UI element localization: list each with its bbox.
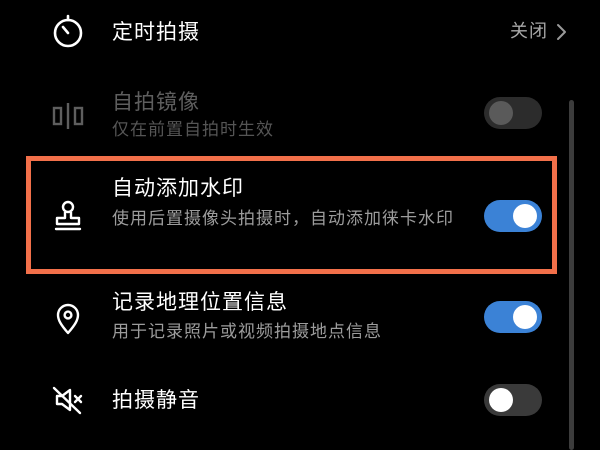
scrollbar[interactable] [569, 100, 574, 450]
toggle-knob [513, 305, 537, 329]
settings-row-mute[interactable]: 拍摄静音 [0, 370, 600, 440]
chevron-right-icon [554, 18, 570, 46]
settings-row-timer[interactable]: 定时拍摄 关闭 [0, 0, 600, 70]
mirror-icon [48, 96, 88, 136]
watermark-subtitle: 使用后置摄像头拍摄时，自动添加徕卡水印 [112, 209, 454, 229]
location-pin-icon [48, 298, 88, 338]
selfie-mirror-title: 自拍镜像 [112, 90, 200, 114]
settings-row-selfie-mirror: 自拍镜像 仅在前置自拍时生效 [0, 80, 600, 150]
settings-row-watermark[interactable]: 自动添加水印 使用后置摄像头拍摄时，自动添加徕卡水印 [0, 170, 600, 270]
timer-title: 定时拍摄 [112, 20, 200, 44]
selfie-mirror-subtitle: 仅在前置自拍时生效 [112, 120, 274, 140]
location-subtitle: 用于记录照片或视频拍摄地点信息 [112, 322, 382, 342]
location-toggle[interactable] [484, 301, 542, 333]
toggle-knob [489, 101, 513, 125]
mute-icon [48, 380, 88, 420]
toggle-knob [489, 388, 513, 412]
stamp-icon [48, 196, 88, 236]
selfie-mirror-toggle[interactable] [484, 97, 542, 129]
location-title: 记录地理位置信息 [112, 290, 288, 314]
settings-row-location[interactable]: 记录地理位置信息 用于记录照片或视频拍摄地点信息 [0, 284, 600, 354]
mute-title: 拍摄静音 [112, 388, 200, 412]
mute-toggle[interactable] [484, 384, 542, 416]
timer-icon [48, 12, 88, 52]
watermark-title: 自动添加水印 [112, 176, 244, 200]
timer-value: 关闭 [510, 21, 548, 42]
watermark-toggle[interactable] [484, 200, 542, 232]
toggle-knob [513, 204, 537, 228]
